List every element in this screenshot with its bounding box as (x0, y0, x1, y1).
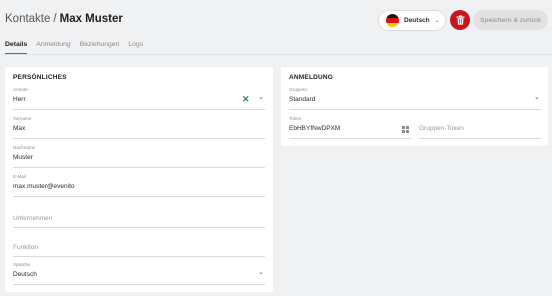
grid-icon[interactable] (402, 126, 409, 133)
token-underline (289, 138, 411, 139)
unternehmen-placeholder: Unternehmen (13, 215, 53, 222)
personal-card-title: PERSÖNLICHES (13, 74, 67, 81)
language-label: Deutsch (404, 17, 430, 24)
breadcrumb: Kontakte / Max Muster (5, 13, 123, 25)
email-field[interactable]: E-Mail max.muster@evenito (13, 174, 265, 197)
breadcrumb-separator: / (53, 13, 57, 25)
gruppen-token-field[interactable]: Gruppen-Token (419, 116, 541, 139)
nachname-label: Nachname (13, 145, 36, 150)
page-header: Kontakte / Max Muster Deutsch ⌄ Speichern … (0, 0, 552, 56)
funktion-underline (13, 256, 265, 257)
trash-icon (456, 15, 464, 25)
gruppen-token-placeholder: Gruppen-Token (419, 125, 464, 132)
chevron-down-icon: ⌄ (434, 18, 440, 24)
clear-icon[interactable]: ✕ (242, 94, 250, 105)
sprache-value: Deutsch (13, 271, 37, 278)
login-card-title: ANMELDUNG (289, 74, 334, 81)
token-value: EbHBYfNwDPXM (289, 125, 341, 132)
sprache-select[interactable]: Sprache Deutsch ⌄ (13, 262, 265, 285)
page-title: Max Muster (59, 13, 123, 25)
tab-bar: Details Anmeldung Beziehungen Logs (5, 40, 152, 55)
tab-details[interactable]: Details (5, 40, 28, 55)
anrede-value: Herr (13, 96, 26, 103)
chevron-down-icon: ⌄ (258, 269, 264, 276)
delete-button[interactable] (450, 10, 470, 30)
gruppen-label: Gruppen (289, 87, 307, 92)
nachname-field[interactable]: Nachname Muster (13, 145, 265, 168)
unternehmen-underline (13, 227, 265, 228)
tabs-divider (0, 54, 552, 55)
email-underline (13, 196, 265, 197)
chevron-down-icon: ⌄ (534, 94, 540, 101)
personal-card: PERSÖNLICHES Anrede Herr ✕ ⌄ Vorname Max… (5, 67, 273, 292)
vorname-underline (13, 138, 265, 139)
funktion-placeholder: Funktion (13, 244, 38, 251)
tab-beziehungen[interactable]: Beziehungen (80, 40, 120, 55)
vorname-field[interactable]: Vorname Max (13, 116, 265, 139)
unternehmen-field[interactable]: Unternehmen (13, 203, 265, 228)
sprache-underline (13, 284, 265, 285)
email-label: E-Mail (13, 174, 27, 179)
save-and-back-button[interactable]: Speichern & zurück (473, 10, 548, 30)
funktion-field[interactable]: Funktion (13, 232, 265, 257)
sprache-label: Sprache (13, 262, 31, 267)
german-flag-icon (386, 14, 399, 27)
tab-anmeldung[interactable]: Anmeldung (36, 40, 70, 55)
tab-logs[interactable]: Logs (128, 40, 143, 55)
token-field[interactable]: Token EbHBYfNwDPXM (289, 116, 411, 139)
nachname-value: Muster (13, 154, 33, 161)
chevron-down-icon: ⌄ (258, 94, 264, 101)
language-selector[interactable]: Deutsch ⌄ (378, 10, 446, 31)
email-value: max.muster@evenito (13, 183, 75, 190)
anrede-select[interactable]: Anrede Herr ✕ ⌄ (13, 87, 265, 110)
token-label: Token (289, 116, 302, 121)
vorname-value: Max (13, 125, 26, 132)
gruppen-underline (289, 109, 541, 110)
gruppen-token-underline (419, 138, 541, 139)
breadcrumb-contacts-link[interactable]: Kontakte (5, 13, 50, 25)
anrede-underline (13, 109, 265, 110)
nachname-underline (13, 167, 265, 168)
gruppen-value: Standard (289, 96, 316, 103)
gruppen-select[interactable]: Gruppen Standard ⌄ (289, 87, 541, 110)
anrede-label: Anrede (13, 87, 28, 92)
login-card: ANMELDUNG Gruppen Standard ⌄ Token EbHBY… (281, 67, 548, 146)
vorname-label: Vorname (13, 116, 32, 121)
